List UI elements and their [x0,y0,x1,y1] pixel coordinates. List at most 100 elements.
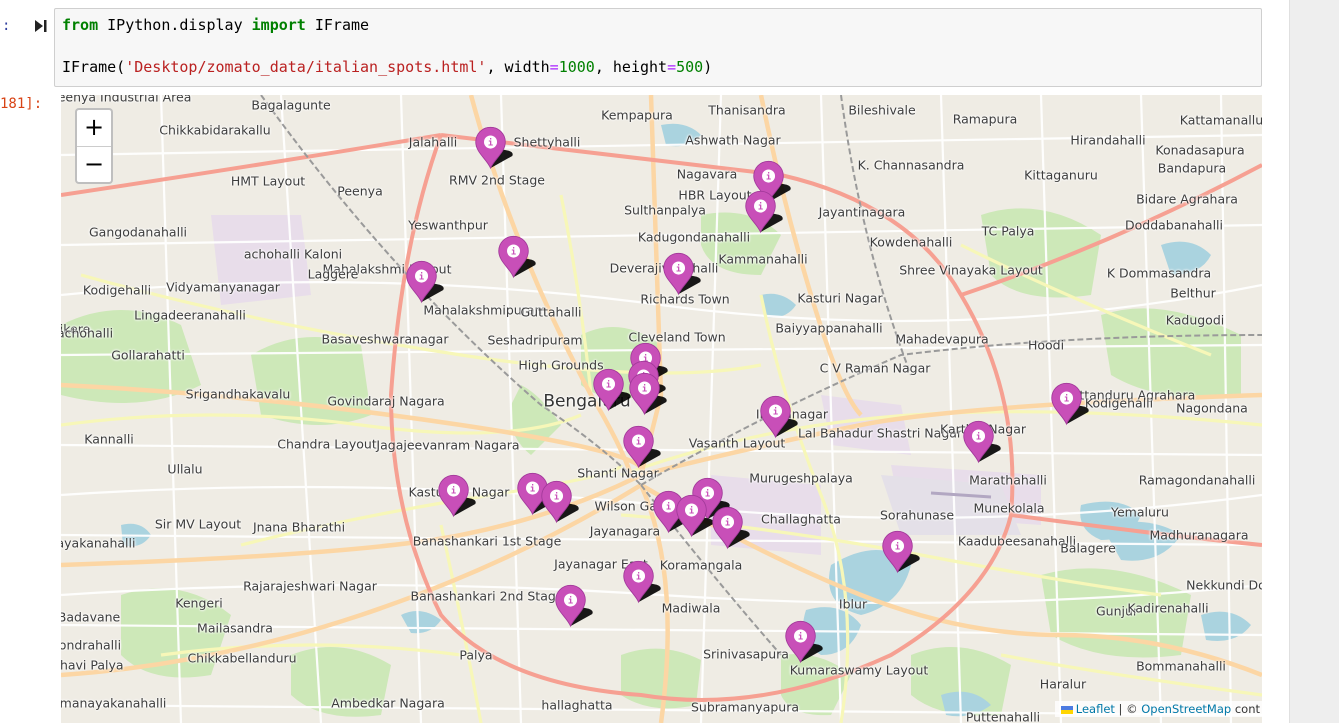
place-label: Konadasapura [1155,142,1245,158]
place-label: Baiyyappanahalli [775,320,883,336]
run-cell-icon[interactable] [34,18,48,34]
svg-text:i: i [568,596,573,607]
map-marker[interactable]: i [1050,379,1090,431]
place-label: Kattamanallur [1179,112,1262,128]
map-marker[interactable]: i [711,503,751,555]
place-label: Kodigehalli [82,282,152,298]
place-label: Puttenahalli [965,709,1041,723]
place-label: Chikkanayakanahalli [61,535,136,551]
map-marker[interactable]: i [881,527,921,579]
svg-text:i: i [676,264,681,275]
svg-text:i: i [976,432,981,443]
zoom-in-button[interactable]: + [77,110,111,147]
place-label: Sorahunase [879,507,955,523]
attribution-separator: | © [1114,702,1142,716]
place-label: Guttahalli [520,304,582,320]
place-label: TC Palya [981,223,1035,239]
place-label: Shettyhalli [513,134,581,150]
svg-text:i: i [554,492,559,503]
zoom-control: + − [75,108,113,184]
scrollbar-gutter[interactable] [1289,0,1339,723]
code-module: IPython.display [98,16,252,34]
map-marker[interactable]: i [962,417,1002,469]
place-label: Jayantinagara [818,204,906,220]
place-label: Mailasandra [197,620,273,636]
map-marker[interactable]: i [628,369,668,421]
place-label: Banashankari 1st Stage [412,533,562,549]
place-label: Iblur [838,596,868,612]
place-label: Jnana Bharathi [252,519,346,535]
svg-text:i: i [798,632,803,643]
place-label: Hirandahalli [1070,132,1146,148]
map-marker[interactable]: i [497,232,537,284]
code-number: 1000 [558,58,595,76]
place-label: Kadugodi [1165,312,1225,328]
place-label: achohalli Kaloni [243,246,343,262]
place-label: Peenya Industrial Area [61,95,192,105]
code-string: 'Desktop/zomato_data/italian_spots.html' [125,58,487,76]
svg-text:i: i [725,518,730,529]
place-label: Vidyamanyanagar [166,279,280,295]
output-prompt: 181]: [0,96,43,112]
map-marker[interactable]: i [554,581,594,633]
place-label: Balagere [1060,540,1116,556]
svg-text:i: i [773,407,778,418]
map-marker[interactable]: i [759,392,799,444]
place-label: Haralur [1039,676,1087,692]
place-label: Banashankari 2nd Stage [410,588,564,604]
leaflet-link[interactable]: Leaflet [1076,702,1115,716]
zoom-out-button[interactable]: − [77,147,111,183]
map-marker[interactable]: i [675,491,715,543]
place-label: Nagavara [676,166,738,182]
map-marker[interactable]: i [405,257,445,309]
code-keyword: from [62,16,99,34]
map-marker[interactable]: i [592,365,632,417]
place-label: C V Raman Nagar [819,360,931,376]
place-label: Srigandhakavalu [185,386,291,402]
place-label: HMT Layout [230,173,306,189]
code-cell-input[interactable]: from IPython.display import IFrame IFram… [54,8,1262,87]
place-label: Bidare Agrahara [1136,191,1238,207]
place-label: Ashwath Nagar [685,132,781,148]
place-label: Bileshivale [848,102,916,118]
place-label: Jagajeevanram Nagara [376,437,520,453]
place-label: Challaghatta [761,511,841,527]
svg-text:i: i [511,247,516,258]
svg-text:i: i [530,484,535,495]
place-label: Munekolala [973,500,1045,516]
svg-text:i: i [766,172,771,183]
place-label: Kodigehalli [1084,395,1154,411]
place-label: Subramanyapura [690,699,800,715]
osm-link[interactable]: OpenStreetMap [1141,702,1231,716]
code-line-2: IFrame('Desktop/zomato_data/italian_spot… [62,58,712,76]
place-label: High Grounds [518,357,604,373]
place-label: HBR Layout [678,187,752,203]
place-label: Gangodanahalli [88,224,188,240]
code-text: , height [594,58,668,76]
leaflet-map[interactable]: Bagalagunte Chikkabidarakallu Jalahalli She… [61,95,1262,723]
place-label: Laggere [307,266,359,282]
map-marker[interactable]: i [540,477,580,529]
map-marker[interactable]: i [784,617,824,669]
place-label: K Dommasandra [1106,265,1212,281]
place-label: Gollarahatti [111,347,185,363]
map-marker[interactable]: i [744,187,784,239]
code-number: 500 [676,58,704,76]
map-attribution: Leaflet | © OpenStreetMap cont [1054,701,1262,717]
code-keyword: import [251,16,306,34]
code-operator: = [667,58,677,76]
svg-text:i: i [419,272,424,283]
place-label: Nekkundi Do [1186,577,1262,593]
map-marker[interactable]: i [662,249,702,301]
place-label: Madiwala [661,600,721,616]
map-marker[interactable]: i [474,123,514,175]
place-label: Chikkabidarakallu [159,122,271,138]
svg-text:i: i [451,486,456,497]
place-label: Bommanahalli [1136,658,1226,674]
place-label: Jayanagara [589,523,661,539]
place-label: Kadirenahalli [1127,600,1209,616]
map-marker[interactable]: i [437,471,477,523]
place-label: Kasturi Nagar [797,290,883,306]
map-marker[interactable]: i [622,557,662,609]
map-marker[interactable]: i [622,422,662,474]
